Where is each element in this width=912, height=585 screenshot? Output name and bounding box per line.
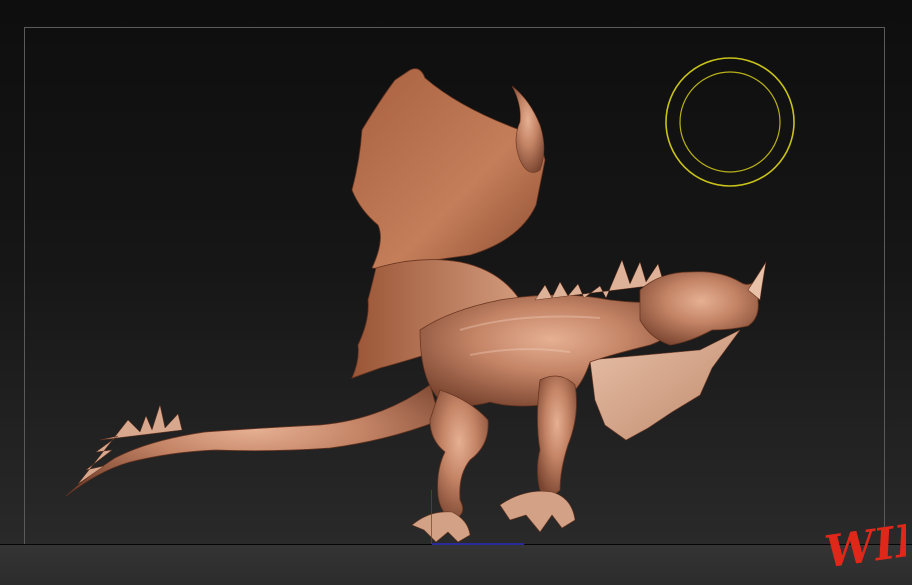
dragon-head	[639, 271, 763, 346]
wip-watermark-text: WIP	[822, 513, 906, 576]
brush-circle-icon[interactable]	[664, 56, 796, 188]
front-foot-claws	[499, 491, 576, 533]
y-axis-marker	[431, 490, 432, 544]
front-leg	[537, 375, 577, 496]
upper-wing-membrane	[351, 68, 546, 269]
brush-outer-ring	[665, 57, 795, 187]
x-axis-marker	[432, 543, 524, 545]
canvas-viewport[interactable]: WIP	[0, 0, 912, 585]
floor-strip	[0, 545, 912, 585]
hind-leg	[429, 389, 489, 521]
dragon-tail	[65, 384, 441, 497]
wip-watermark: WIP	[822, 513, 906, 576]
brush-inner-ring	[679, 71, 781, 173]
hind-foot-claws	[411, 511, 471, 543]
